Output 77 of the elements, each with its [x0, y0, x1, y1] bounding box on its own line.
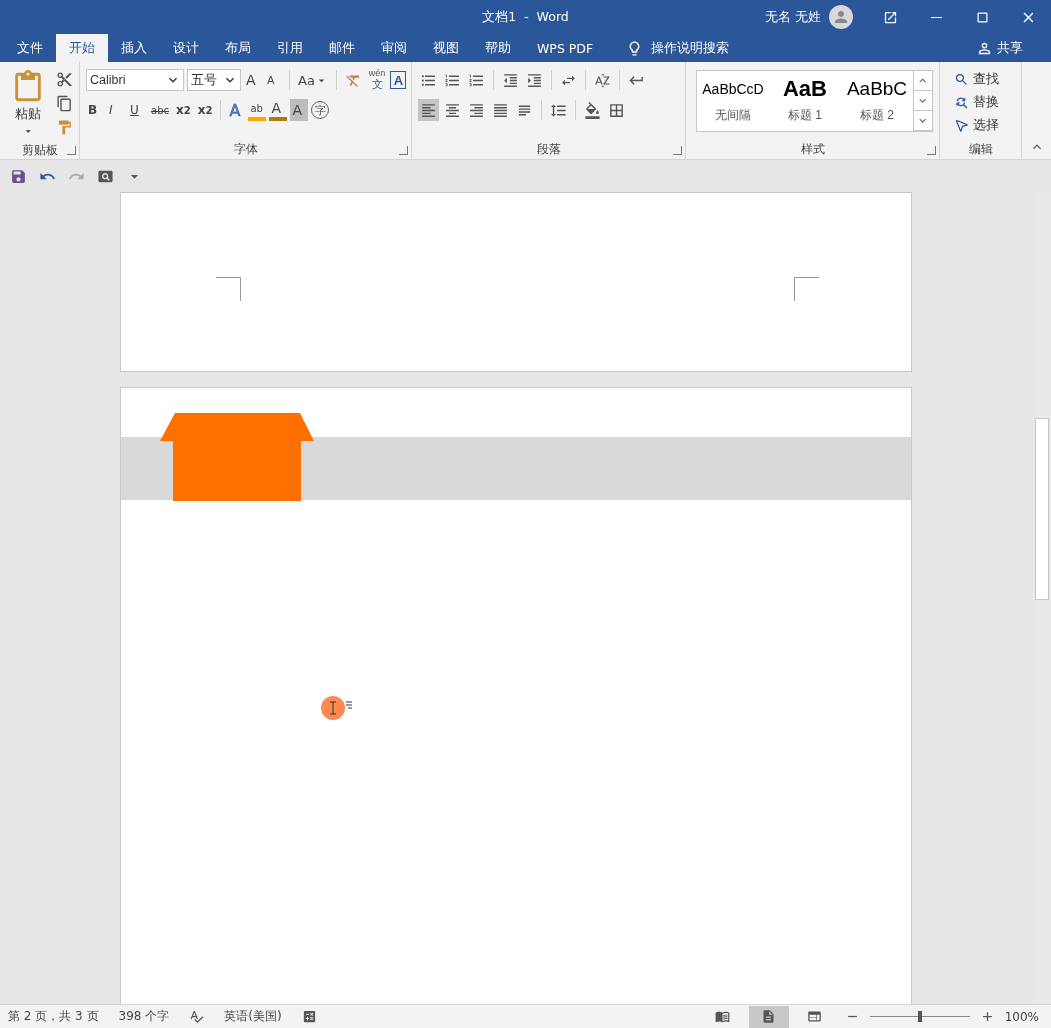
editing-button[interactable]: 查找	[952, 68, 1001, 90]
search-icon	[954, 71, 969, 87]
ribbon-tab[interactable]: 视图	[420, 34, 472, 62]
ribbon-tab[interactable]: 开始	[56, 34, 108, 62]
style-name: 标题 2	[860, 107, 894, 124]
tell-me-search[interactable]: 操作说明搜索	[620, 34, 736, 62]
shrink-font-button[interactable]: A	[265, 69, 283, 91]
style-preview: AaB	[783, 77, 827, 101]
style-name: 无间隔	[715, 107, 751, 124]
calculator-icon[interactable]	[301, 1009, 317, 1024]
style-item[interactable]: AaBbC 标题 2	[841, 71, 913, 131]
text-effects-button[interactable]: A	[227, 99, 246, 121]
character-border-button[interactable]: A	[390, 71, 407, 89]
ribbon-tab[interactable]: 文件	[4, 34, 56, 62]
view-button[interactable]	[748, 1005, 789, 1028]
pointer-icon	[954, 117, 969, 133]
style-item[interactable]: AaB 标题 1	[769, 71, 841, 131]
character-shading-button[interactable]: A	[290, 99, 309, 121]
ribbon-tab[interactable]: WPS PDF	[524, 34, 607, 62]
language: 英语(美国)	[224, 1008, 282, 1025]
ribbon-tab[interactable]: 审阅	[368, 34, 420, 62]
editing-button[interactable]: 选择	[952, 114, 1001, 136]
format-button[interactable]: abc	[149, 99, 171, 121]
group-label: 样式	[800, 141, 825, 158]
dialog-launcher-icon[interactable]	[673, 146, 682, 155]
align-lines-icon	[468, 101, 485, 119]
book-icon	[715, 1009, 731, 1024]
font-name-field[interactable]: Calibri	[86, 69, 184, 91]
corner-mark	[794, 277, 819, 301]
scrollbar-thumb[interactable]	[1035, 418, 1049, 600]
group-label: 段落	[536, 141, 561, 158]
web-page-icon	[807, 1009, 823, 1024]
dialog-launcher-icon[interactable]	[399, 146, 408, 155]
style-preview: AaBbC	[846, 77, 908, 101]
ribbon-options-icon	[882, 9, 898, 25]
minimize-icon	[930, 16, 942, 18]
word-count: 398 个字	[118, 1008, 170, 1025]
avatar-icon[interactable]	[829, 5, 853, 29]
ribbon-tab[interactable]: 插入	[108, 34, 160, 62]
proofing-icon[interactable]	[189, 1009, 205, 1024]
dialog-launcher-icon[interactable]	[67, 146, 76, 155]
group-label: 字体	[233, 141, 258, 158]
corner-mark	[216, 277, 241, 301]
style-name: 标题 1	[788, 107, 822, 124]
align-lines-icon	[492, 101, 509, 119]
shading-icon[interactable]	[582, 99, 603, 121]
format-button[interactable]: U	[128, 99, 146, 121]
style-preview: AaBbCcD	[702, 80, 764, 99]
ribbon-tab[interactable]: 设计	[160, 34, 212, 62]
align-lines-icon	[420, 101, 437, 119]
share-button[interactable]: 共享	[970, 34, 1029, 62]
ribbon-tab[interactable]: 引用	[264, 34, 316, 62]
ribbon-tab[interactable]: 邮件	[316, 34, 368, 62]
phonetic-guide-button[interactable]: wén 文	[366, 68, 388, 92]
page-count: 第 2 页，共 3 页	[8, 1008, 99, 1025]
ribbon-tab[interactable]: 帮助	[472, 34, 524, 62]
grow-font-button[interactable]: A	[244, 69, 262, 91]
format-button[interactable]: B	[86, 99, 104, 121]
align-button[interactable]	[418, 99, 439, 121]
window-title: 文档1 - Word	[482, 8, 569, 26]
style-item[interactable]: AaBbCcD 无间隔	[697, 71, 769, 131]
group-label: 编辑	[968, 141, 993, 158]
dialog-launcher-icon[interactable]	[927, 146, 936, 155]
editing-button[interactable]: 替换	[952, 91, 1001, 113]
align-lines-icon	[444, 101, 461, 119]
format-button[interactable]: I	[107, 99, 125, 121]
group-label: 剪贴板	[21, 141, 58, 159]
ribbon-tab[interactable]: 布局	[212, 34, 264, 62]
font-size-field[interactable]: 五号	[187, 69, 241, 91]
highlight-button[interactable]: ab	[248, 99, 267, 121]
page-icon	[761, 1009, 777, 1024]
paste-button[interactable]: 粘贴	[6, 68, 50, 140]
zoom-thumb[interactable]	[917, 1011, 922, 1022]
cursor-icon	[321, 696, 353, 720]
user-name: 无名 无姓	[765, 8, 821, 26]
change-case-button[interactable]: Aa	[296, 69, 330, 91]
zoom-level: 100%	[1004, 1009, 1039, 1024]
